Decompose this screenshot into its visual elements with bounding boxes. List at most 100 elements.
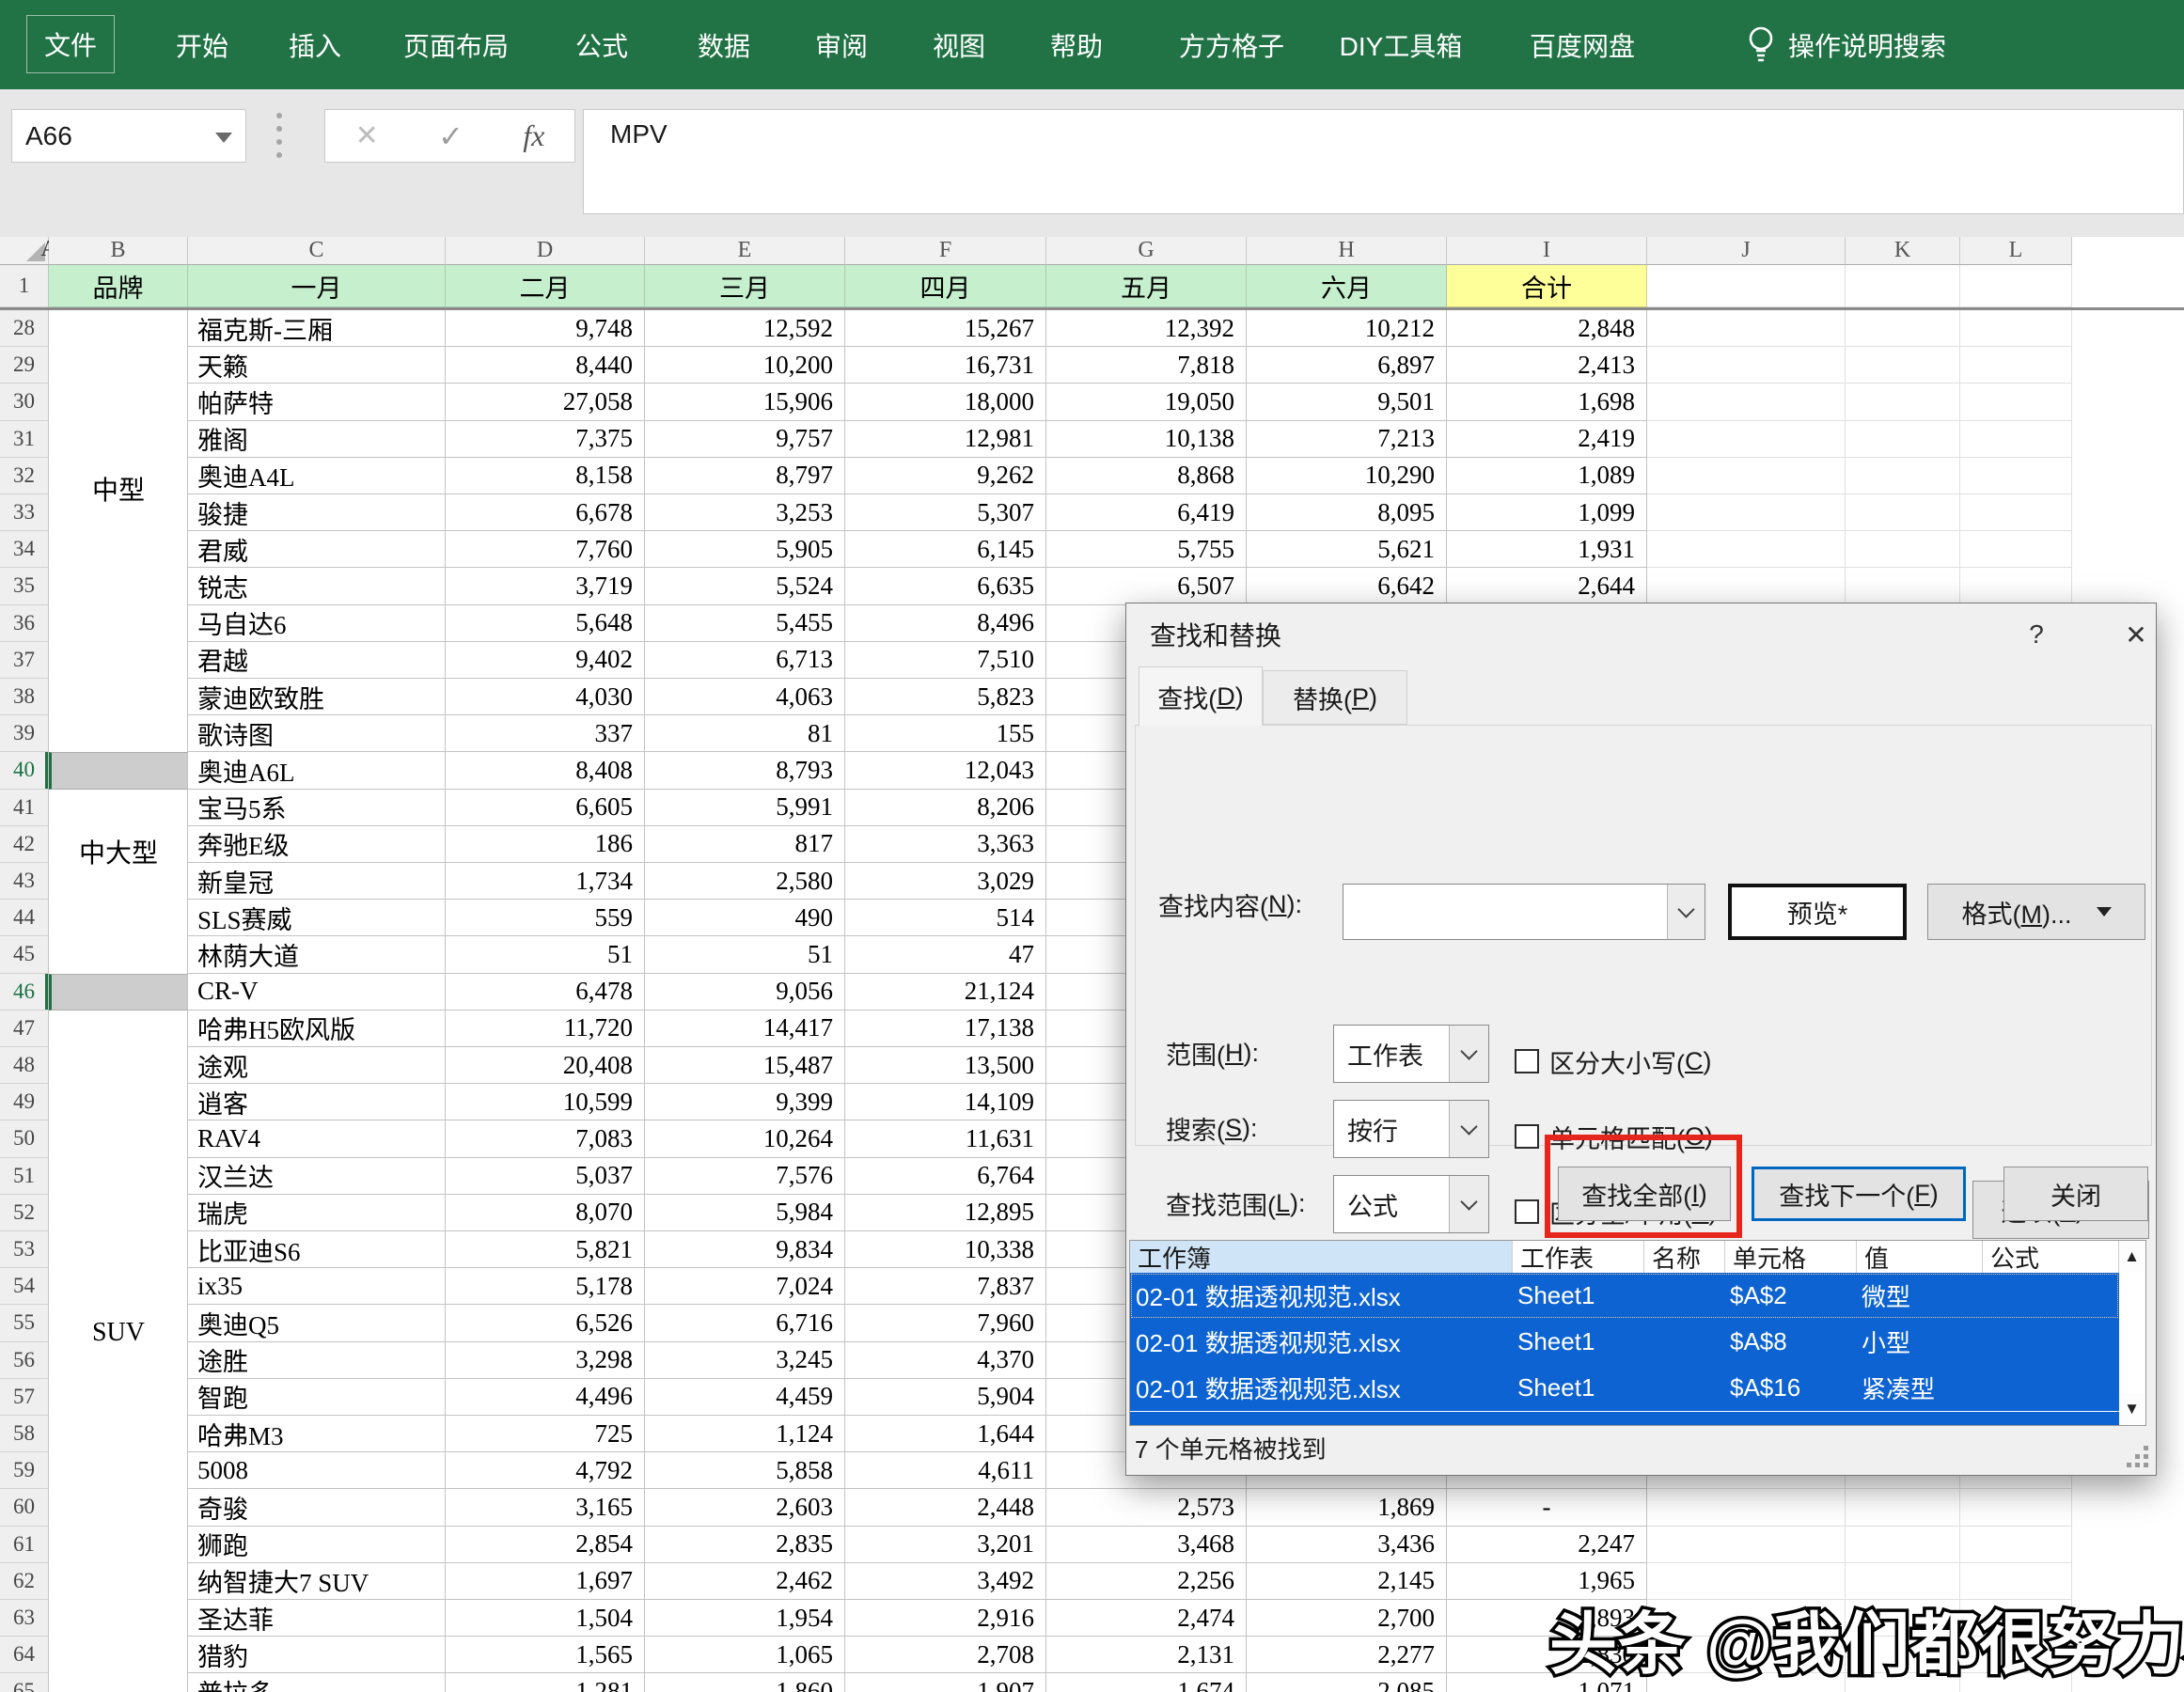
enter-icon[interactable]: ✓ — [438, 118, 464, 154]
cell-E50[interactable]: 11,631 — [845, 1120, 1046, 1157]
cell-B30[interactable]: 帕萨特 — [188, 384, 446, 420]
cell-K30[interactable] — [1846, 384, 1960, 420]
cancel-icon[interactable]: ✕ — [355, 119, 379, 152]
cell-E48[interactable]: 13,500 — [845, 1047, 1046, 1084]
cell-K35[interactable] — [1846, 568, 1960, 604]
ribbon-tab-8[interactable]: 帮助 — [1041, 0, 1112, 89]
row-header-28[interactable]: 28 — [0, 310, 49, 347]
cell-E61[interactable]: 3,201 — [845, 1527, 1046, 1563]
cell-E40[interactable]: 12,043 — [845, 752, 1046, 789]
ribbon-tab-3[interactable]: 页面布局 — [394, 0, 518, 89]
search-dropdown[interactable]: 按行 — [1333, 1100, 1489, 1158]
cell-C46[interactable]: 6,478 — [446, 974, 645, 1010]
cell-D38[interactable]: 4,063 — [645, 679, 845, 715]
cell-D42[interactable]: 817 — [645, 826, 845, 863]
cell-F61[interactable]: 3,468 — [1046, 1527, 1247, 1563]
cell-H33[interactable]: 1,099 — [1447, 494, 1647, 531]
match-cell-checkbox[interactable] — [1515, 1124, 1539, 1149]
cell-J35[interactable] — [1647, 568, 1846, 604]
cell-C54[interactable]: 5,178 — [446, 1268, 645, 1305]
cell-D48[interactable]: 15,487 — [645, 1047, 845, 1084]
column-header-I[interactable]: I — [1447, 237, 1647, 265]
row-header-47[interactable]: 47 — [0, 1010, 49, 1047]
cell-F29[interactable]: 7,818 — [1046, 347, 1247, 384]
cell-G29[interactable]: 6,897 — [1247, 347, 1447, 384]
cell-E45[interactable]: 47 — [845, 936, 1046, 973]
row-header-64[interactable]: 64 — [0, 1637, 49, 1673]
cell-E28[interactable]: 15,267 — [845, 310, 1046, 347]
column-header-C[interactable]: C — [188, 237, 446, 265]
row-header-61[interactable]: 61 — [0, 1527, 49, 1563]
cell-C63[interactable]: 1,504 — [446, 1600, 645, 1637]
cell-D35[interactable]: 5,524 — [645, 568, 845, 604]
cell-B37[interactable]: 君越 — [188, 642, 446, 679]
cell-D58[interactable]: 1,124 — [645, 1416, 845, 1452]
cell-E41[interactable]: 8,206 — [845, 790, 1046, 826]
cell-C51[interactable]: 5,037 — [446, 1158, 645, 1195]
cell-B36[interactable]: 马自达6 — [188, 605, 446, 642]
row-header-40[interactable]: 40 — [0, 752, 49, 789]
row-header-54[interactable]: 54 — [0, 1268, 49, 1305]
cell-B63[interactable]: 圣达菲 — [188, 1600, 446, 1637]
column-header-E[interactable]: E — [645, 237, 845, 265]
column-header-H[interactable]: H — [1247, 237, 1447, 265]
ribbon-tab-5[interactable]: 数据 — [688, 0, 760, 89]
cell-B62[interactable]: 纳智捷大7 SUV — [188, 1563, 446, 1600]
result-row-3[interactable]: 02-01 数据透视规范.xlsxSheet1$A$16紧凑型 — [1130, 1365, 2119, 1411]
header-cell-K1[interactable] — [1846, 265, 1960, 307]
cell-C30[interactable]: 27,058 — [446, 384, 645, 420]
cell-C36[interactable]: 5,648 — [446, 605, 645, 642]
name-box-dropdown-icon[interactable] — [215, 133, 232, 143]
cell-B35[interactable]: 锐志 — [188, 568, 446, 604]
cell-B34[interactable]: 君威 — [188, 531, 446, 568]
row-header-44[interactable]: 44 — [0, 900, 49, 936]
insert-function-icon[interactable]: fx — [523, 118, 544, 153]
cell-D54[interactable]: 7,024 — [645, 1268, 845, 1305]
row-header-46[interactable]: 46 — [0, 974, 49, 1010]
cell-K61[interactable] — [1846, 1527, 1960, 1563]
cell-C59[interactable]: 4,792 — [446, 1452, 645, 1489]
cell-E47[interactable]: 17,138 — [845, 1010, 1046, 1047]
cell-F63[interactable]: 2,474 — [1046, 1600, 1247, 1637]
cell-B61[interactable]: 狮跑 — [188, 1527, 446, 1563]
cell-E51[interactable]: 6,764 — [845, 1158, 1046, 1195]
row-header-37[interactable]: 37 — [0, 642, 49, 679]
cell-E63[interactable]: 2,916 — [845, 1600, 1046, 1637]
cell-G65[interactable]: 2,085 — [1247, 1673, 1447, 1692]
cell-B53[interactable]: 比亚迪S6 — [188, 1231, 446, 1268]
resize-grip-icon[interactable] — [2124, 1443, 2148, 1467]
header-cell-H1[interactable]: 六月 — [1247, 265, 1447, 307]
cell-B33[interactable]: 骏捷 — [188, 494, 446, 531]
cell-D30[interactable]: 15,906 — [645, 384, 845, 420]
cell-C34[interactable]: 7,760 — [446, 531, 645, 568]
result-row-2[interactable]: 02-01 数据透视规范.xlsxSheet1$A$8小型 — [1130, 1319, 2119, 1365]
cell-C48[interactable]: 20,408 — [446, 1047, 645, 1084]
scroll-up-icon[interactable]: ▲ — [2118, 1241, 2145, 1273]
results-header-5[interactable]: 公式 — [1983, 1241, 2119, 1273]
cell-F31[interactable]: 10,138 — [1046, 421, 1247, 458]
cell-H32[interactable]: 1,089 — [1447, 458, 1647, 494]
cell-C49[interactable]: 10,599 — [446, 1084, 645, 1120]
cell-D29[interactable]: 10,200 — [645, 347, 845, 384]
cell-C42[interactable]: 186 — [446, 826, 645, 863]
cell-E59[interactable]: 4,611 — [845, 1452, 1046, 1489]
cell-C53[interactable]: 5,821 — [446, 1231, 645, 1268]
cell-C60[interactable]: 3,165 — [446, 1489, 645, 1526]
ribbon-tab-11[interactable]: 百度网盘 — [1520, 0, 1644, 89]
cell-C43[interactable]: 1,734 — [446, 863, 645, 900]
look-in-dropdown[interactable]: 公式 — [1333, 1175, 1489, 1233]
cell-F60[interactable]: 2,573 — [1046, 1489, 1247, 1526]
ribbon-tab-2[interactable]: 插入 — [279, 0, 351, 89]
header-cell-B1[interactable]: 品牌 — [49, 265, 188, 307]
cell-L33[interactable] — [1960, 494, 2072, 531]
cell-B57[interactable]: 智跑 — [188, 1379, 446, 1416]
cell-F28[interactable]: 12,392 — [1046, 310, 1247, 347]
row-header-60[interactable]: 60 — [0, 1489, 49, 1526]
results-header-2[interactable]: 名称 — [1644, 1241, 1725, 1273]
cell-C40[interactable]: 8,408 — [446, 752, 645, 789]
cell-C33[interactable]: 6,678 — [446, 494, 645, 531]
row-header-58[interactable]: 58 — [0, 1416, 49, 1452]
column-header-L[interactable]: L — [1960, 237, 2072, 265]
cell-E62[interactable]: 3,492 — [845, 1563, 1046, 1600]
cell-B41[interactable]: 宝马5系 — [188, 790, 446, 826]
